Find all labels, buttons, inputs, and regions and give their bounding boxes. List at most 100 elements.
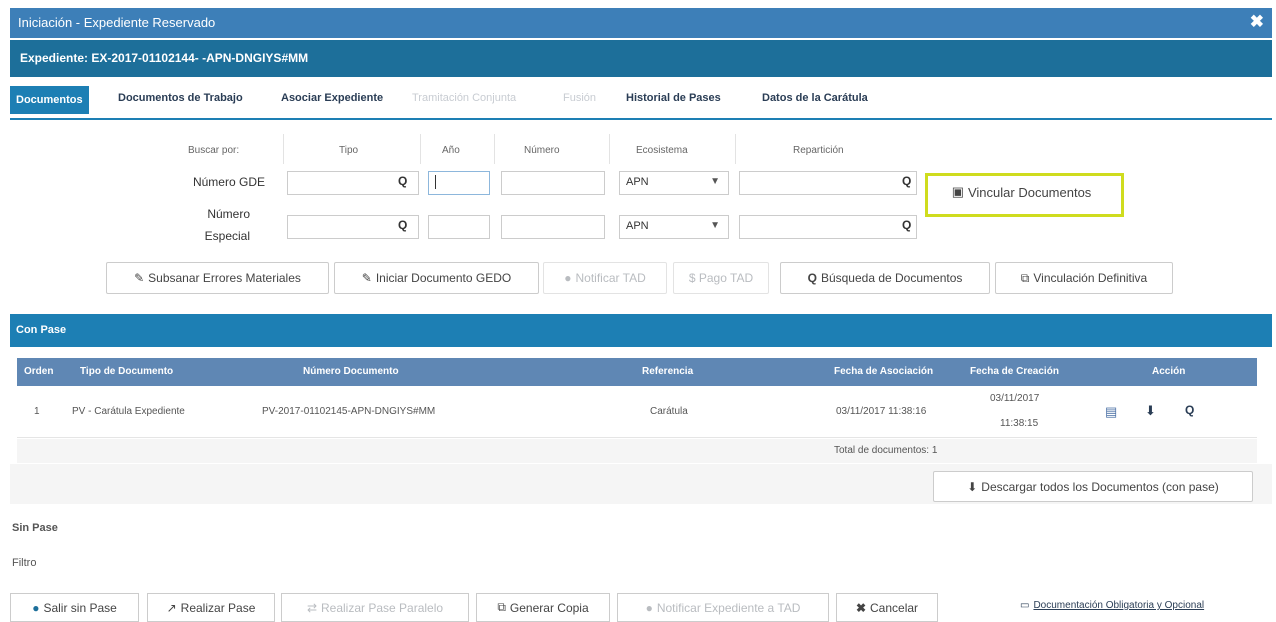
total-documentos: Total de documentos: 1 — [834, 445, 938, 456]
anio-input-especial[interactable] — [428, 215, 490, 239]
documentacion-label: Documentación Obligatoria y Opcional — [1033, 600, 1205, 611]
salir-sin-pase-button[interactable]: ● Salir sin Pase — [10, 593, 139, 622]
notificar-expediente-button: ● Notificar Expediente a TAD — [617, 593, 829, 622]
notificar-tad-button: ● Notificar TAD — [543, 262, 667, 294]
col-orden: Orden — [24, 366, 54, 377]
documentacion-link[interactable]: ▭ Documentación Obligatoria y Opcional — [1020, 600, 1204, 611]
download-icon: ⬇ — [967, 479, 978, 494]
cell-orden: 1 — [34, 406, 40, 417]
cell-tipo: PV - Carátula Expediente — [72, 406, 185, 417]
vincular-label: Vincular Documentos — [967, 184, 1092, 200]
reparticion-input-especial[interactable] — [739, 215, 917, 239]
label-numero-gde: Número GDE — [192, 175, 265, 189]
divider — [420, 134, 421, 164]
vinculacion-definitiva-button[interactable]: ⧉ Vinculación Definitiva — [995, 262, 1173, 294]
header-numero: Número — [524, 145, 560, 156]
share-icon: ↗ — [166, 600, 177, 615]
tab-asociar-expediente[interactable]: Asociar Expediente — [281, 92, 383, 104]
cancelar-button[interactable]: ✖ Cancelar — [836, 593, 938, 622]
cancelar-label: Cancelar — [870, 600, 919, 615]
numero-input-gde[interactable] — [501, 171, 605, 195]
window-titlebar: Iniciación - Expediente Reservado ✖ — [10, 8, 1272, 38]
search-icon[interactable]: Q — [398, 218, 407, 232]
link-icon: ⧉ — [1020, 270, 1030, 285]
realizar-pase-button[interactable]: ↗ Realizar Pase — [147, 593, 275, 622]
cell-fecha-creacion-time: 11:38:15 — [1000, 418, 1039, 429]
con-pase-title: Con Pase — [16, 324, 67, 336]
generar-copia-button[interactable]: ⧉ Generar Copia — [476, 593, 610, 622]
header-anio: Año — [442, 145, 460, 156]
numero-input-especial[interactable] — [501, 215, 605, 239]
comment-icon: ● — [645, 600, 653, 615]
divider — [494, 134, 495, 164]
expediente-number: Expediente: EX-2017-01102144- -APN-DNGIY… — [20, 51, 309, 65]
document-view-icon[interactable]: ▤ — [1105, 404, 1117, 420]
chevron-down-icon: ▼ — [710, 176, 720, 187]
cell-fecha-asociacion: 03/11/2017 11:38:16 — [836, 406, 927, 417]
tab-bar: Documentos Documentos de Trabajo Asociar… — [10, 86, 1272, 120]
descargar-todos-button[interactable]: ⬇ Descargar todos los Documentos (con pas… — [933, 471, 1253, 502]
vincular-documentos-button[interactable]: ▣ Vincular Documentos — [930, 178, 1113, 206]
busqueda-label: Búsqueda de Documentos — [820, 271, 963, 285]
tab-fusion: Fusión — [563, 92, 597, 104]
ecosistema-value: APN — [626, 176, 649, 188]
ecosistema-select-gde[interactable]: APN ▼ — [619, 171, 729, 195]
circle-icon: ● — [32, 600, 40, 615]
descargar-label: Descargar todos los Documentos (con pase… — [981, 479, 1219, 494]
pago-tad-button: $ Pago TAD — [673, 262, 769, 294]
col-accion: Acción — [1152, 366, 1186, 377]
anio-input-gde[interactable] — [428, 171, 490, 195]
header-tipo: Tipo — [339, 145, 359, 156]
con-pase-header: Con Pase — [10, 314, 1272, 347]
sin-pase-title: Sin Pase — [12, 522, 58, 534]
notificar-exp-label: Notificar Expediente a TAD — [656, 600, 801, 615]
cell-fecha-creacion-date: 03/11/2017 — [990, 393, 1040, 404]
divider — [283, 134, 284, 164]
ecosistema-value: APN — [626, 220, 649, 232]
col-referencia: Referencia — [642, 366, 694, 377]
exchange-icon: ⇄ — [306, 600, 317, 615]
search-icon[interactable]: Q — [902, 218, 911, 232]
table-footer: Total de documentos: 1 — [17, 439, 1257, 463]
col-numero-documento: Número Documento — [303, 366, 399, 377]
subsanar-label: Subsanar Errores Materiales — [148, 271, 301, 285]
search-icon[interactable]: Q — [398, 174, 407, 188]
header-reparticion: Repartición — [793, 145, 844, 156]
link-icon: ▣ — [951, 184, 964, 199]
salir-label: Salir sin Pase — [43, 600, 117, 615]
copia-label: Generar Copia — [509, 600, 589, 615]
copy-icon: ⧉ — [497, 600, 506, 614]
reparticion-input-gde[interactable] — [739, 171, 917, 195]
close-icon: ✖ — [855, 600, 867, 615]
text-cursor — [435, 175, 436, 189]
tab-historial-de-pases[interactable]: Historial de Pases — [626, 92, 721, 104]
iniciar-documento-button[interactable]: ✎ Iniciar Documento GEDO — [334, 262, 539, 294]
subsanar-errores-button[interactable]: ✎ Subsanar Errores Materiales — [106, 262, 329, 294]
col-fecha-creacion: Fecha de Creación — [970, 366, 1059, 377]
tab-documentos-de-trabajo[interactable]: Documentos de Trabajo — [118, 92, 243, 104]
realizar-label: Realizar Pase — [180, 600, 256, 615]
comment-icon: ● — [564, 271, 572, 285]
filtro-label[interactable]: Filtro — [12, 557, 36, 569]
paralelo-label: Realizar Pase Paralelo — [321, 600, 444, 615]
header-ecosistema: Ecosistema — [636, 145, 688, 156]
tab-datos-caratula[interactable]: Datos de la Carátula — [762, 92, 868, 104]
busqueda-documentos-button[interactable]: Q Búsqueda de Documentos — [780, 262, 990, 294]
search-icon[interactable]: Q — [902, 174, 911, 188]
search-icon[interactable]: Q — [1185, 403, 1194, 417]
cell-numero: PV-2017-01102145-APN-DNGIYS#MM — [262, 406, 436, 417]
folder-icon: ▭ — [1020, 600, 1030, 611]
close-icon[interactable]: ✖ — [1250, 12, 1264, 32]
tab-tramitacion-conjunta: Tramitación Conjunta — [412, 92, 517, 104]
col-tipo-documento: Tipo de Documento — [80, 366, 174, 377]
chevron-down-icon: ▼ — [710, 220, 720, 231]
download-icon[interactable]: ⬇ — [1145, 403, 1156, 419]
edit-icon: ✎ — [134, 271, 145, 285]
divider — [735, 134, 736, 164]
header-buscar: Buscar por: — [188, 145, 240, 156]
ecosistema-select-especial[interactable]: APN ▼ — [619, 215, 729, 239]
edit-icon: ✎ — [361, 271, 372, 285]
table-row: 1 PV - Carátula Expediente PV-2017-01102… — [17, 386, 1257, 438]
tab-documentos[interactable]: Documentos — [10, 86, 89, 114]
label-numero: Número — [207, 207, 250, 221]
